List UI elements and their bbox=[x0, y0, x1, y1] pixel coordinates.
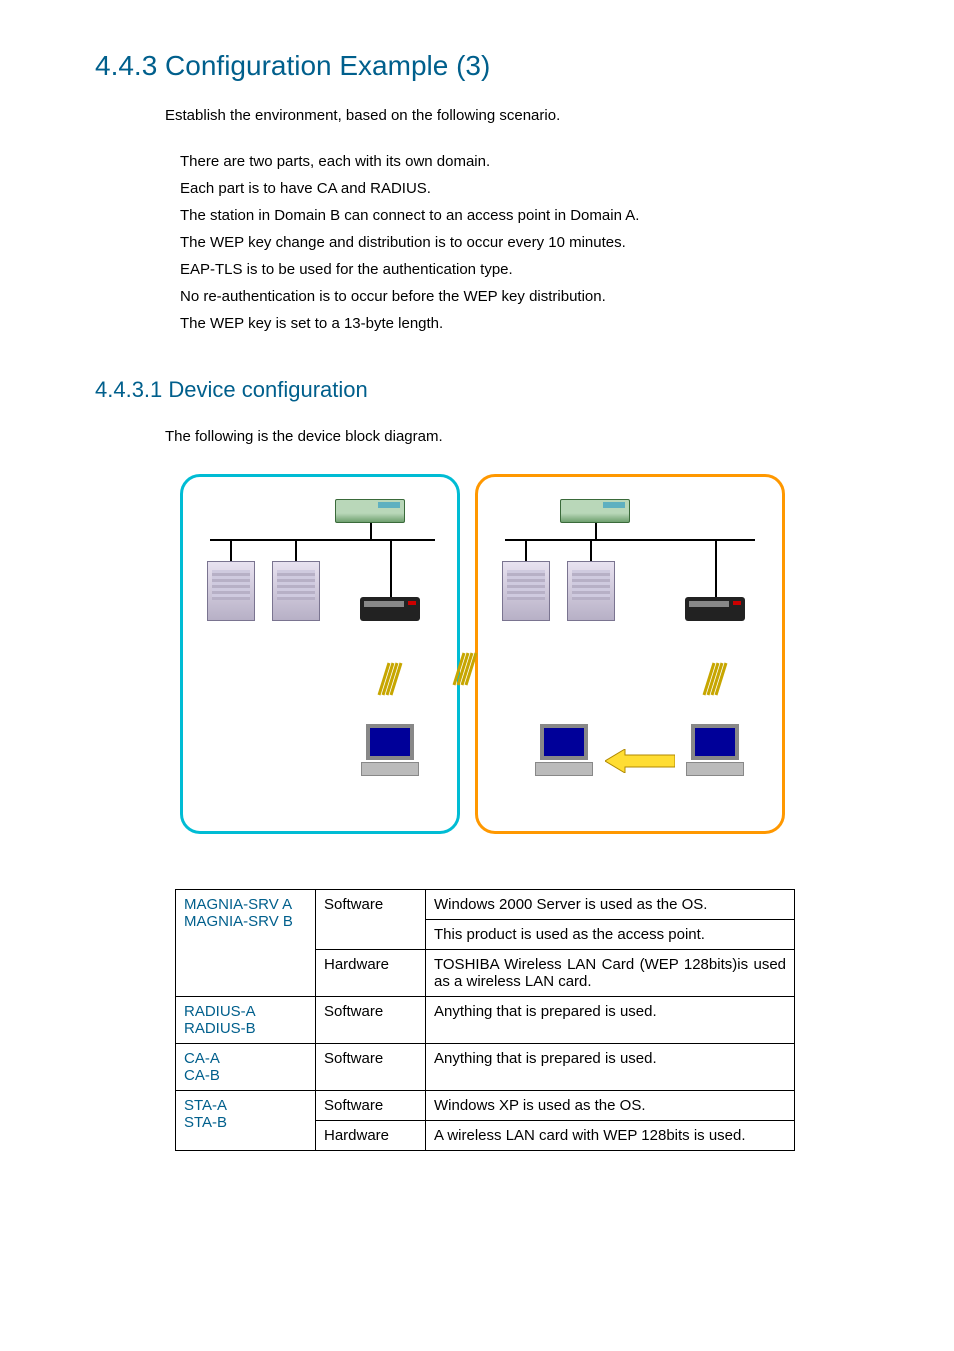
intro-paragraph: Establish the environment, based on the … bbox=[165, 104, 859, 128]
subsection-heading: 4.4.3.1 Device configuration bbox=[95, 377, 859, 403]
wifi-icon bbox=[375, 659, 405, 699]
description-cell: Windows 2000 Server is used as the OS. bbox=[426, 890, 795, 920]
table-row: STA-A STA-B Software Windows XP is used … bbox=[176, 1091, 795, 1121]
scenario-list: There are two parts, each with its own d… bbox=[180, 148, 859, 337]
section-heading: 4.4.3 Configuration Example (3) bbox=[95, 50, 859, 82]
wire bbox=[715, 539, 717, 561]
category-cell: Hardware bbox=[316, 950, 426, 997]
diagram-intro: The following is the device block diagra… bbox=[165, 425, 859, 449]
table-row: MAGNIA-SRV A MAGNIA-SRV B Software Windo… bbox=[176, 890, 795, 920]
description-cell: Anything that is prepared is used. bbox=[426, 997, 795, 1044]
category-cell: Software bbox=[316, 1044, 426, 1091]
access-point-icon bbox=[685, 597, 745, 621]
wifi-icon bbox=[700, 659, 730, 699]
access-point-icon bbox=[360, 597, 420, 621]
network-diagram bbox=[175, 469, 795, 849]
description-cell: Windows XP is used as the OS. bbox=[426, 1091, 795, 1121]
scenario-item: The WEP key is set to a 13-byte length. bbox=[180, 310, 859, 337]
device-name: STA-B bbox=[184, 1114, 227, 1131]
description-cell: A wireless LAN card with WEP 128bits is … bbox=[426, 1121, 795, 1151]
wifi-icon bbox=[450, 649, 480, 689]
scenario-item: The station in Domain B can connect to a… bbox=[180, 202, 859, 229]
client-pc-icon bbox=[686, 724, 744, 784]
description-cell: This product is used as the access point… bbox=[426, 920, 795, 950]
device-cell: CA-A CA-B bbox=[176, 1044, 316, 1091]
device-cell: STA-A STA-B bbox=[176, 1091, 316, 1151]
wire bbox=[370, 523, 372, 539]
description-cell: Anything that is prepared is used. bbox=[426, 1044, 795, 1091]
wire bbox=[390, 539, 392, 561]
table-row: CA-A CA-B Software Anything that is prep… bbox=[176, 1044, 795, 1091]
server-icon bbox=[207, 561, 255, 621]
category-cell: Hardware bbox=[316, 1121, 426, 1151]
wire bbox=[295, 539, 297, 561]
device-name: MAGNIA-SRV A bbox=[184, 896, 292, 913]
hub-icon bbox=[335, 499, 405, 523]
scenario-item: There are two parts, each with its own d… bbox=[180, 148, 859, 175]
device-name: RADIUS-A bbox=[184, 1003, 256, 1020]
scenario-item: No re-authentication is to occur before … bbox=[180, 283, 859, 310]
device-table: MAGNIA-SRV A MAGNIA-SRV B Software Windo… bbox=[175, 889, 795, 1151]
description-cell: TOSHIBA Wireless LAN Card (WEP 128bits)i… bbox=[426, 950, 795, 997]
wire bbox=[390, 561, 392, 597]
wire bbox=[595, 523, 597, 539]
scenario-item: EAP-TLS is to be used for the authentica… bbox=[180, 256, 859, 283]
wire bbox=[590, 539, 592, 561]
wire bbox=[230, 539, 232, 561]
table-row: RADIUS-A RADIUS-B Software Anything that… bbox=[176, 997, 795, 1044]
client-pc-icon bbox=[535, 724, 593, 784]
server-icon bbox=[567, 561, 615, 621]
scenario-item: The WEP key change and distribution is t… bbox=[180, 229, 859, 256]
client-pc-icon bbox=[361, 724, 419, 784]
server-icon bbox=[272, 561, 320, 621]
category-cell: Software bbox=[316, 1091, 426, 1121]
roam-arrow-icon bbox=[605, 749, 675, 773]
wire bbox=[505, 539, 755, 541]
category-cell: Software bbox=[316, 890, 426, 950]
scenario-item: Each part is to have CA and RADIUS. bbox=[180, 175, 859, 202]
hub-icon bbox=[560, 499, 630, 523]
device-cell: MAGNIA-SRV A MAGNIA-SRV B bbox=[176, 890, 316, 997]
category-cell: Software bbox=[316, 997, 426, 1044]
device-name: CA-B bbox=[184, 1067, 220, 1084]
device-cell: RADIUS-A RADIUS-B bbox=[176, 997, 316, 1044]
device-name: CA-A bbox=[184, 1050, 220, 1067]
device-name: RADIUS-B bbox=[184, 1020, 256, 1037]
wire bbox=[715, 561, 717, 597]
wire bbox=[210, 539, 435, 541]
server-icon bbox=[502, 561, 550, 621]
wire bbox=[525, 539, 527, 561]
device-name: MAGNIA-SRV B bbox=[184, 913, 293, 930]
device-name: STA-A bbox=[184, 1097, 227, 1114]
